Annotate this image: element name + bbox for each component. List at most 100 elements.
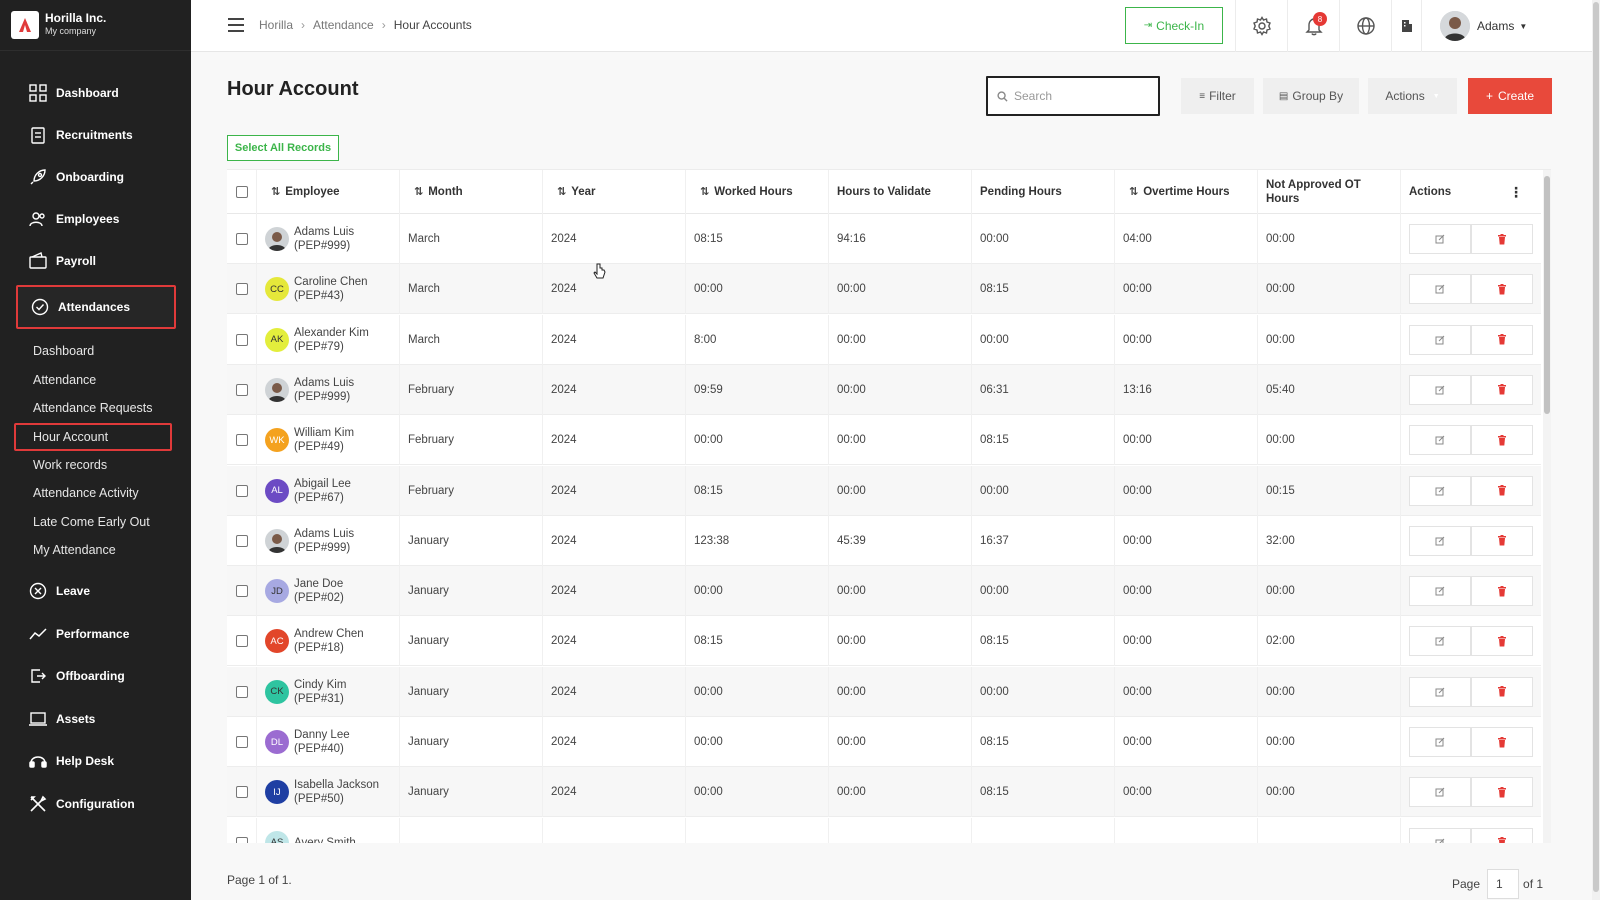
company-switch-button[interactable] (1391, 0, 1421, 52)
table-row[interactable]: AL Abigail Lee (PEP#67) February 2024 08:15 00… (227, 465, 1541, 516)
header-year[interactable]: ⇅ Year (543, 170, 686, 214)
sidebar-item-configuration[interactable]: Configuration (16, 784, 176, 824)
search-input[interactable] (1014, 89, 1144, 103)
delete-button[interactable] (1471, 626, 1533, 657)
check-in-button[interactable]: ⇥ Check-In (1125, 7, 1223, 44)
sidebar-item-performance[interactable]: Performance (16, 614, 176, 654)
table-row[interactable]: DL Danny Lee (PEP#40) January 2024 00:00 00:00… (227, 717, 1541, 767)
settings-button[interactable] (1235, 0, 1287, 52)
row-checkbox[interactable] (235, 736, 248, 748)
edit-button[interactable] (1409, 425, 1471, 456)
table-row[interactable]: AK Alexander Kim (PEP#79) March 2024 8:00 00:0… (227, 314, 1541, 365)
delete-button[interactable] (1471, 827, 1533, 843)
header-employee[interactable]: ⇅ Employee (257, 170, 400, 214)
edit-button[interactable] (1409, 676, 1471, 707)
breadcrumb-item[interactable]: Attendance (313, 18, 374, 32)
row-checkbox[interactable] (235, 534, 248, 547)
table-row[interactable]: AS Avery Smith (227, 817, 1541, 843)
sidebar-subitem-work-records[interactable]: Work records (14, 451, 172, 479)
sidebar-subitem-my-attendance[interactable]: My Attendance (14, 536, 172, 564)
delete-button[interactable] (1471, 324, 1533, 355)
row-checkbox[interactable] (235, 685, 248, 698)
table-row[interactable]: WK William Kim (PEP#49) February 2024 00:00 00… (227, 415, 1541, 466)
row-checkbox[interactable] (235, 283, 248, 296)
brand[interactable]: Horilla Inc. My company (0, 0, 191, 51)
row-checkbox[interactable] (235, 434, 248, 447)
row-checkbox[interactable] (235, 836, 248, 843)
sidebar-item-attendances[interactable]: Attendances (16, 285, 176, 329)
delete-button[interactable] (1471, 274, 1533, 305)
edit-button[interactable] (1409, 626, 1471, 657)
sidebar-item-onboarding[interactable]: Onboarding (16, 157, 176, 197)
table-row[interactable]: IJ Isabella Jackson (PEP#50) January 2024 00:… (227, 767, 1541, 818)
header-worked-hours[interactable]: ⇅ Worked Hours (686, 170, 829, 214)
delete-button[interactable] (1471, 777, 1533, 808)
table-row[interactable]: Adams Luis (PEP#999) March 2024 08:15 94:16 00… (227, 214, 1541, 264)
page-number-input[interactable]: 1 (1487, 869, 1520, 899)
delete-button[interactable] (1471, 425, 1533, 456)
edit-button[interactable] (1409, 324, 1471, 355)
row-checkbox[interactable] (235, 786, 248, 799)
sidebar-subitem-attendance-activity[interactable]: Attendance Activity (14, 479, 172, 507)
sidebar-subitem-late-come-early-out[interactable]: Late Come Early Out (14, 508, 172, 536)
notifications-button[interactable]: 8 (1287, 0, 1339, 52)
delete-button[interactable] (1471, 727, 1533, 757)
row-select-cell (227, 465, 257, 516)
header-month[interactable]: ⇅ Month (400, 170, 543, 214)
user-profile-menu[interactable]: Adams ▼ (1421, 0, 1592, 52)
delete-button[interactable] (1471, 475, 1533, 506)
sidebar-item-leave[interactable]: Leave (16, 571, 176, 611)
table-row[interactable]: Adams Luis (PEP#999) January 2024 123:38 45:3… (227, 515, 1541, 566)
delete-button[interactable] (1471, 525, 1533, 556)
row-checkbox[interactable] (235, 585, 248, 598)
filter-button[interactable]: ≡ Filter (1181, 78, 1254, 114)
delete-button[interactable] (1471, 576, 1533, 607)
sidebar-item-dashboard[interactable]: Dashboard (16, 73, 176, 113)
sidebar-item-offboarding[interactable]: Offboarding (16, 656, 176, 696)
edit-button[interactable] (1409, 727, 1471, 757)
sidebar-subitem-attendance-requests[interactable]: Attendance Requests (14, 394, 172, 422)
delete-button[interactable] (1471, 676, 1533, 707)
table-row[interactable]: AC Andrew Chen (PEP#18) January 2024 08:15 00:… (227, 616, 1541, 667)
select-all-records-button[interactable]: Select All Records (227, 135, 339, 161)
edit-button[interactable] (1409, 274, 1471, 305)
chevron-right-icon: › (301, 18, 306, 32)
actions-dropdown-button[interactable]: Actions ▼ (1368, 78, 1457, 114)
table-row[interactable]: CK Cindy Kim (PEP#31) January 2024 00:00 00:00… (227, 666, 1541, 717)
delete-button[interactable] (1471, 224, 1533, 254)
edit-button[interactable] (1409, 475, 1471, 506)
sidebar-item-employees[interactable]: Employees (16, 199, 176, 239)
group-by-button[interactable]: ▤ Group By (1263, 78, 1359, 114)
sidebar-subitem-dashboard[interactable]: Dashboard (14, 337, 172, 365)
edit-button[interactable] (1409, 576, 1471, 607)
edit-button[interactable] (1409, 224, 1471, 254)
edit-button[interactable] (1409, 827, 1471, 843)
table-scrollbar[interactable] (1543, 170, 1551, 843)
table-row[interactable]: Adams Luis (PEP#999) February 2024 09:59 00:0… (227, 364, 1541, 415)
sidebar-item-recruitments[interactable]: Recruitments (16, 115, 176, 155)
hamburger-menu-icon[interactable] (228, 18, 244, 32)
edit-button[interactable] (1409, 374, 1471, 405)
sidebar-item-assets[interactable]: Assets (16, 699, 176, 739)
header-overtime-hours[interactable]: ⇅ Overtime Hours (1115, 170, 1258, 214)
sidebar-item-payroll[interactable]: Payroll (16, 241, 176, 281)
table-row[interactable]: CC Caroline Chen (PEP#43) March 2024 00:00 00:… (227, 264, 1541, 315)
sidebar-subitem-attendance[interactable]: Attendance (14, 366, 172, 394)
more-vertical-icon[interactable]: ⋮ (1509, 185, 1523, 199)
breadcrumb-item[interactable]: Horilla (259, 18, 293, 32)
table-row[interactable]: JD Jane Doe (PEP#02) January 2024 00:00 00:00 0… (227, 566, 1541, 617)
row-checkbox[interactable] (235, 635, 248, 648)
language-button[interactable] (1339, 0, 1391, 52)
page-scrollbar[interactable] (1592, 0, 1600, 900)
row-checkbox[interactable] (235, 484, 248, 497)
select-all-checkbox[interactable] (235, 186, 248, 198)
delete-button[interactable] (1471, 374, 1533, 405)
create-button[interactable]: + Create (1468, 78, 1552, 114)
row-checkbox[interactable] (235, 333, 248, 346)
row-checkbox[interactable] (235, 233, 248, 245)
sidebar-item-help-desk[interactable]: Help Desk (16, 741, 176, 781)
row-checkbox[interactable] (235, 383, 248, 396)
sidebar-subitem-hour-account[interactable]: Hour Account (14, 423, 172, 451)
edit-button[interactable] (1409, 525, 1471, 556)
edit-button[interactable] (1409, 777, 1471, 808)
